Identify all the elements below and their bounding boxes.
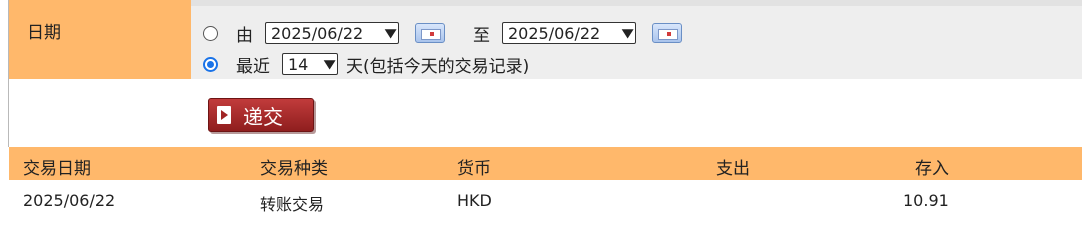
to-label: 至 (473, 25, 490, 46)
header-type: 交易种类 (260, 159, 328, 179)
calendar-icon[interactable] (415, 23, 445, 43)
row-type: 转账交易 (260, 195, 325, 214)
date-label: 日期 (9, 0, 191, 79)
submit-button[interactable]: 递交 (208, 98, 314, 132)
calendar-icon[interactable] (652, 23, 682, 43)
header-date: 交易日期 (23, 159, 91, 179)
to-date-select[interactable]: 2025/06/22 ▼ (502, 22, 636, 44)
to-date-value: 2025/06/22 (508, 23, 601, 43)
from-label: 由 (236, 25, 253, 46)
table-row: 2025/06/22 转账交易 HKD 10.91 (9, 180, 1082, 218)
date-filter-row: 日期 由 2025/06/22 ▼ 至 2025/06/22 ▼ 最近 14 ▼ (9, 0, 1082, 79)
row-credit: 10.91 (903, 191, 949, 210)
row-date: 2025/06/22 (23, 191, 116, 210)
submit-label: 递交 (243, 104, 283, 129)
table-header: 交易日期 交易种类 货币 支出 存入 (9, 147, 1082, 180)
play-arrow-icon (217, 106, 231, 124)
chevron-down-icon: ▼ (323, 57, 336, 71)
recent-days-line: 最近 14 ▼ 天(包括今天的交易记录) (203, 51, 529, 77)
recent-days-radio[interactable] (203, 56, 218, 72)
date-range-line: 由 2025/06/22 ▼ 至 2025/06/22 ▼ (203, 20, 682, 46)
header-debit: 支出 (716, 159, 750, 179)
from-date-value: 2025/06/22 (271, 23, 364, 43)
header-currency: 货币 (457, 159, 491, 179)
date-filter-panel: 由 2025/06/22 ▼ 至 2025/06/22 ▼ 最近 14 ▼ 天(… (191, 0, 1082, 79)
recent-suffix: 天(包括今天的交易记录) (346, 56, 530, 77)
chevron-down-icon: ▼ (384, 26, 397, 40)
chevron-down-icon: ▼ (621, 26, 634, 40)
date-range-radio[interactable] (203, 25, 218, 41)
header-credit: 存入 (915, 159, 949, 179)
recent-days-value: 14 (288, 54, 309, 74)
recent-days-select[interactable]: 14 ▼ (282, 53, 338, 75)
row-currency: HKD (457, 191, 492, 210)
recent-label: 最近 (236, 56, 270, 77)
from-date-select[interactable]: 2025/06/22 ▼ (265, 22, 399, 44)
